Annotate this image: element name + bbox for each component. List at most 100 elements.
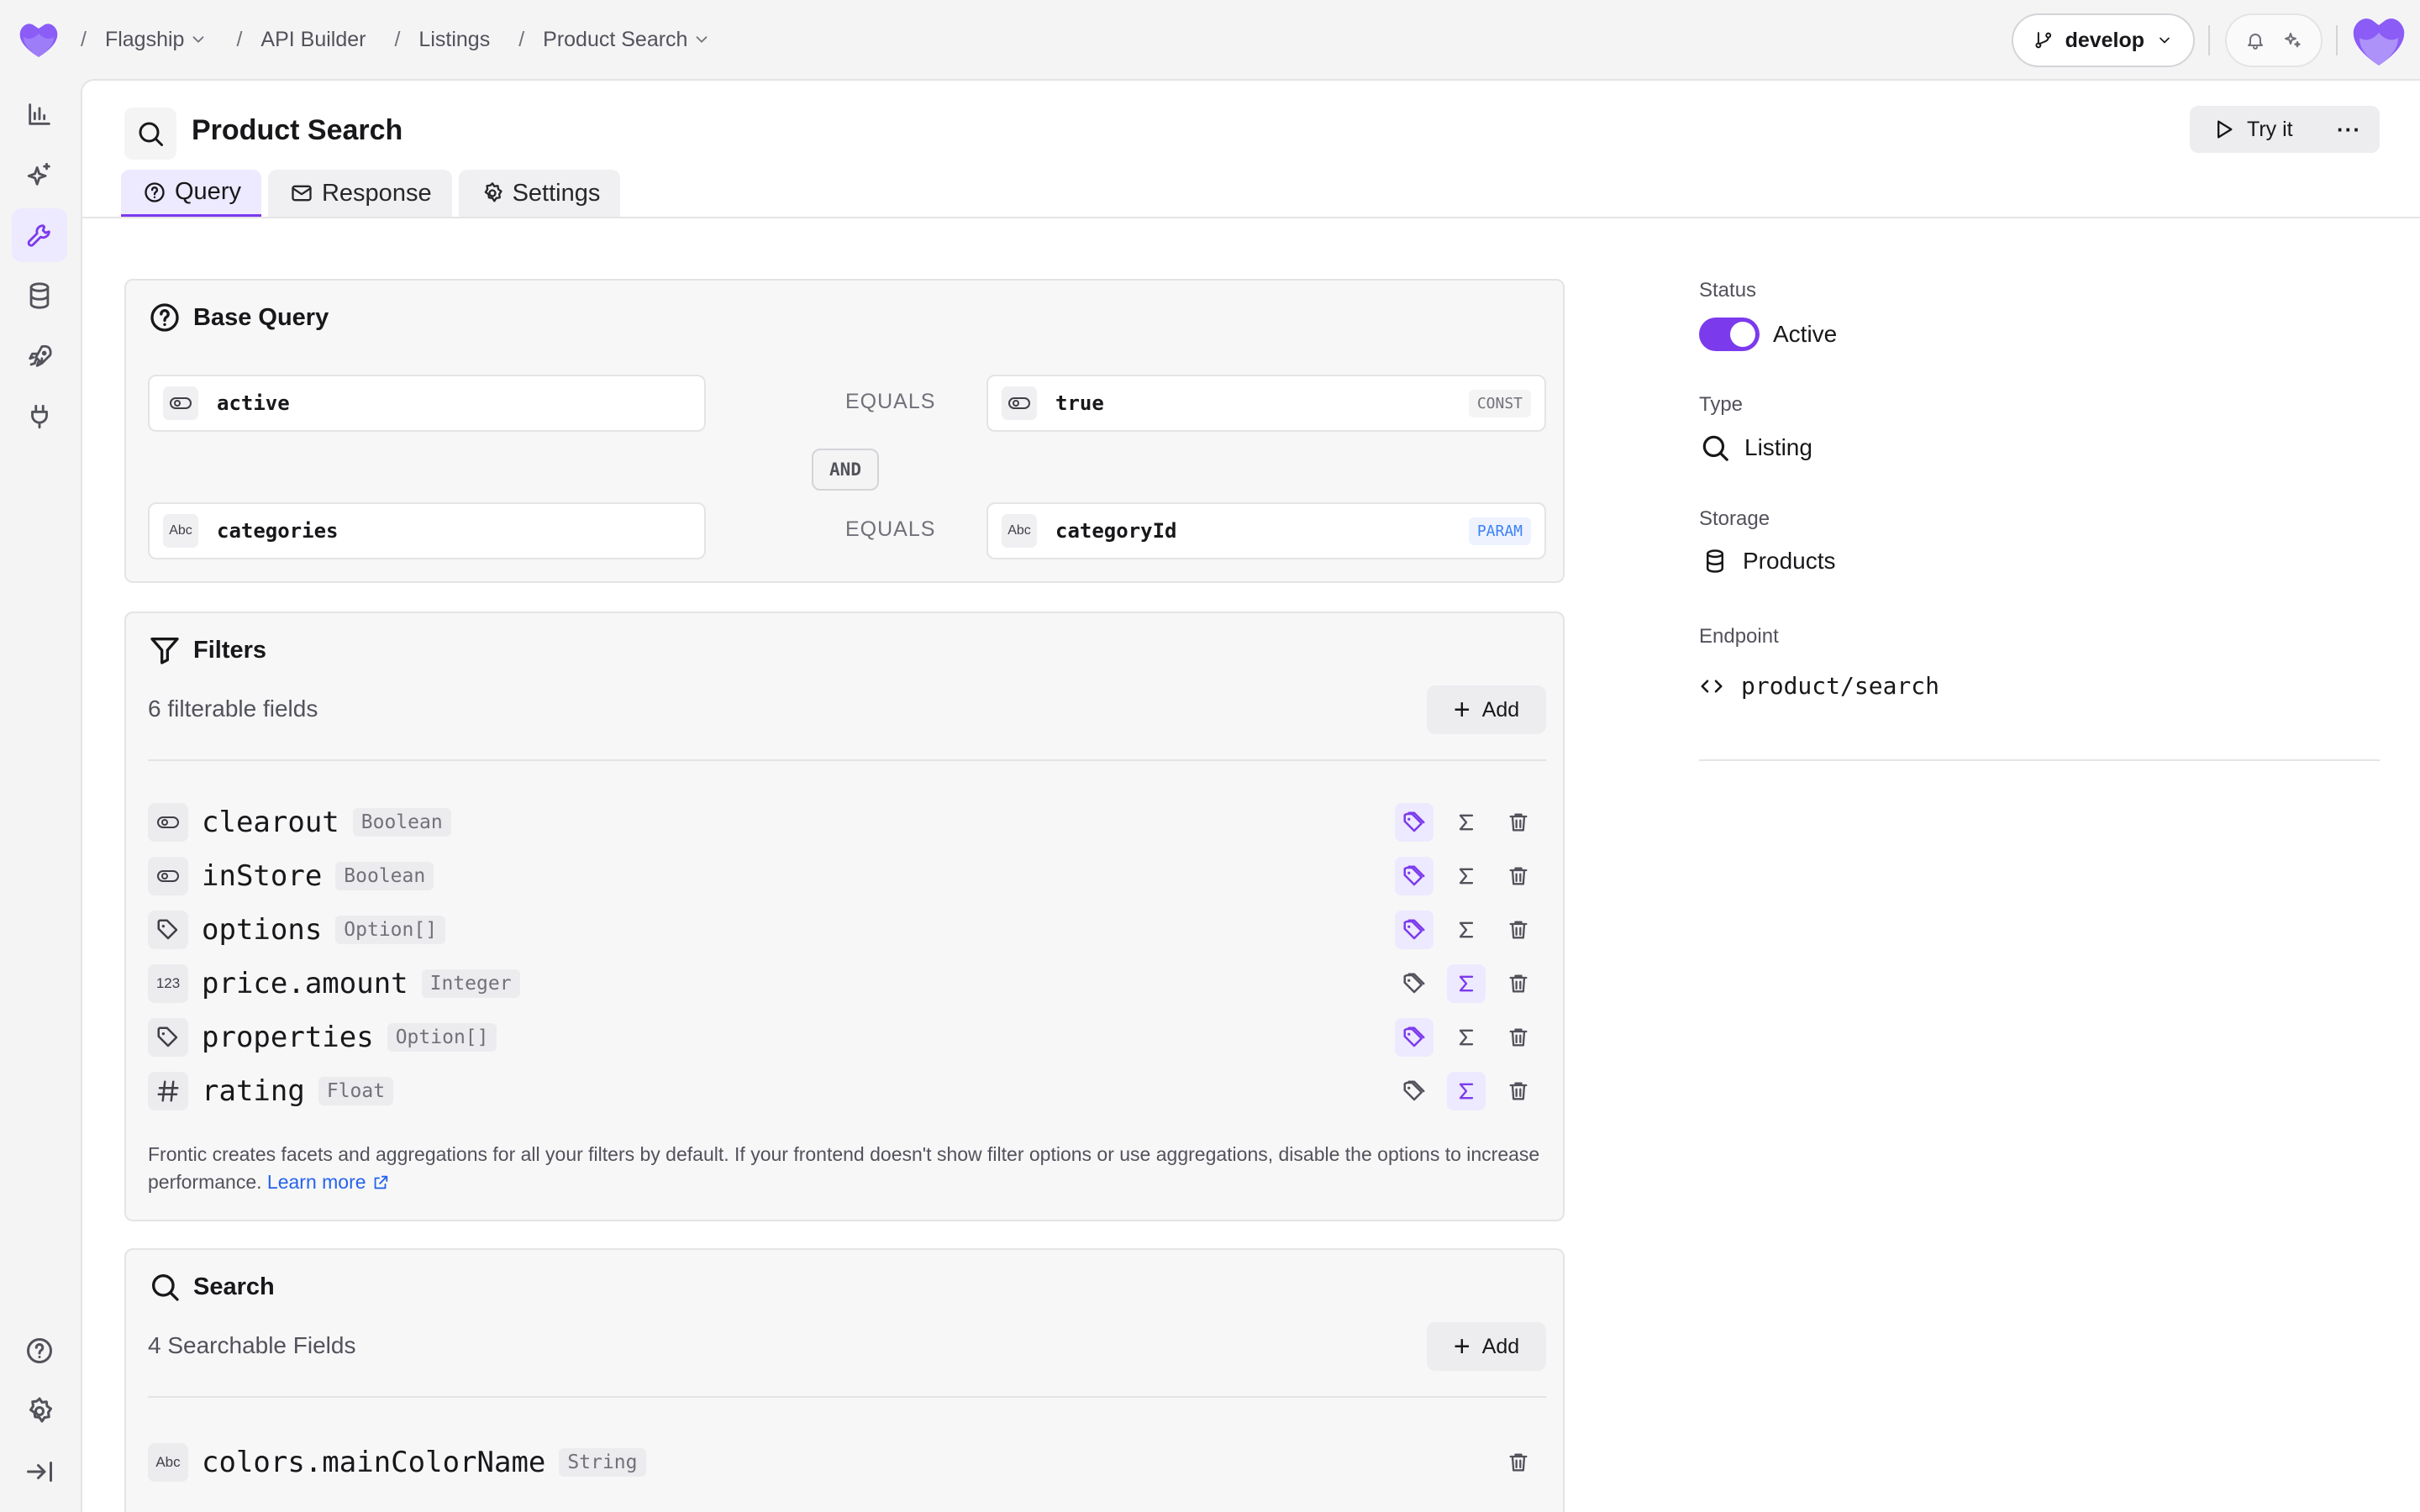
- tab-settings[interactable]: Settings: [458, 170, 621, 217]
- aggregation-toggle[interactable]: [1447, 1018, 1486, 1057]
- breadcrumb-label: Product Search: [543, 27, 688, 51]
- search-header: Search: [148, 1270, 275, 1304]
- delete-button[interactable]: [1499, 1072, 1538, 1110]
- and-joiner[interactable]: AND: [812, 449, 879, 491]
- sparkle-icon[interactable]: [2282, 30, 2302, 50]
- tab-query[interactable]: Query: [121, 170, 261, 217]
- plug-icon: [31, 404, 48, 429]
- card-title: Search: [193, 1273, 275, 1300]
- filter-actions: [1395, 803, 1538, 842]
- filter-name: rating: [202, 1074, 305, 1108]
- breadcrumb-item-project[interactable]: Flagship: [105, 28, 208, 52]
- breadcrumb-separator: /: [236, 27, 243, 51]
- trash-icon: [1509, 813, 1528, 832]
- sparkles-icon: [27, 162, 50, 186]
- breadcrumb-item-api-builder[interactable]: API Builder: [260, 28, 366, 52]
- add-search-field-button[interactable]: + Add: [1427, 1322, 1546, 1371]
- external-link-icon: [374, 1175, 388, 1189]
- breadcrumb-separator: /: [81, 27, 87, 51]
- branch-selector[interactable]: develop: [2012, 13, 2195, 67]
- breadcrumb-item-product-search[interactable]: Product Search: [543, 28, 711, 52]
- sidebar-item-ai[interactable]: [12, 148, 67, 202]
- sidebar-item-help[interactable]: [12, 1324, 67, 1378]
- facet-toggle[interactable]: [1395, 911, 1434, 949]
- facet-toggle[interactable]: [1395, 1018, 1434, 1057]
- try-it-button[interactable]: Try it ···: [2190, 106, 2380, 153]
- add-label: Add: [1481, 1334, 1520, 1358]
- rocket-icon: [29, 344, 52, 367]
- delete-button[interactable]: [1499, 1018, 1538, 1057]
- search-card: Search 4 Searchable Fields + Add Abc colo…: [124, 1248, 1565, 1512]
- app-logo[interactable]: [17, 18, 60, 60]
- delete-button[interactable]: [1499, 1443, 1538, 1482]
- add-filter-button[interactable]: + Add: [1427, 685, 1546, 734]
- condition-field-left[interactable]: Abc categories: [148, 502, 706, 559]
- facet-toggle[interactable]: [1395, 1072, 1434, 1110]
- tab-label: Query: [175, 178, 241, 205]
- text-type-icon: Abc: [148, 1443, 188, 1482]
- tab-label: Settings: [512, 179, 601, 207]
- operator[interactable]: EQUALS: [845, 517, 935, 542]
- filter-name: price.amount: [202, 967, 408, 1000]
- plus-icon: +: [1453, 1330, 1470, 1362]
- trash-icon: [1509, 1028, 1528, 1047]
- filter-actions: [1395, 1072, 1538, 1110]
- aggregation-toggle[interactable]: [1447, 857, 1486, 895]
- filter-type: Integer: [421, 969, 520, 998]
- facet-toggle[interactable]: [1395, 964, 1434, 1003]
- learn-more-link[interactable]: Learn more: [267, 1171, 390, 1193]
- filter-row: properties Option[]: [148, 1015, 1546, 1060]
- facet-toggle[interactable]: [1395, 803, 1434, 842]
- avatar[interactable]: [2349, 12, 2408, 69]
- filter-type: Boolean: [335, 862, 434, 890]
- sidebar-item-deploy[interactable]: [12, 329, 67, 383]
- more-menu-button[interactable]: ···: [2337, 117, 2361, 143]
- sidebar-item-analytics[interactable]: [12, 87, 67, 141]
- delete-button[interactable]: [1499, 803, 1538, 842]
- sidebar-item-settings[interactable]: [12, 1384, 67, 1438]
- sidebar-item-data[interactable]: [12, 269, 67, 323]
- sidebar-item-integrations[interactable]: [12, 390, 67, 444]
- filters-card: Filters 6 filterable fields + Add clearou…: [124, 612, 1565, 1221]
- sigma-icon: [1459, 868, 1474, 885]
- delete-button[interactable]: [1499, 964, 1538, 1003]
- sigma-icon: [1459, 921, 1474, 938]
- delete-button[interactable]: [1499, 857, 1538, 895]
- aggregation-toggle[interactable]: [1447, 1072, 1486, 1110]
- storage-row: Products: [1699, 548, 1836, 575]
- breadcrumb-item-listings[interactable]: Listings: [418, 28, 490, 52]
- storage-value[interactable]: Products: [1743, 548, 1836, 575]
- search-icon: [152, 1274, 179, 1301]
- condition-value-right[interactable]: Abc categoryId PARAM: [986, 502, 1546, 559]
- aggregation-toggle[interactable]: [1447, 964, 1486, 1003]
- filter-row: clearout Boolean: [148, 800, 1546, 845]
- trash-icon: [1509, 921, 1528, 939]
- status-toggle[interactable]: [1699, 318, 1760, 351]
- breadcrumb-separator: /: [394, 27, 401, 51]
- filter-type: Option[]: [387, 1023, 497, 1052]
- git-branch-icon: [2035, 32, 2052, 49]
- text-type-icon: Abc: [163, 514, 198, 548]
- chevron-down-icon: [2160, 37, 2170, 44]
- search-icon: [124, 108, 176, 160]
- facet-toggle[interactable]: [1395, 857, 1434, 895]
- breadcrumb-label: Listings: [418, 27, 491, 51]
- sidebar-item-api-builder[interactable]: [12, 208, 67, 262]
- help-circle-icon: [27, 1338, 52, 1363]
- const-badge: CONST: [1468, 389, 1531, 417]
- filters-note: Frontic creates facets and aggregations …: [148, 1141, 1543, 1196]
- sidebar-item-collapse[interactable]: [12, 1445, 67, 1499]
- play-icon: [2217, 120, 2233, 139]
- tab-response[interactable]: Response: [267, 170, 452, 217]
- bell-icon[interactable]: [2245, 30, 2265, 50]
- status-value: Active: [1773, 321, 1838, 347]
- aggregation-toggle[interactable]: [1447, 911, 1486, 949]
- condition-field-left[interactable]: active: [148, 375, 706, 432]
- condition-value-right[interactable]: true CONST: [986, 375, 1546, 432]
- search-field-actions: [1499, 1443, 1538, 1482]
- aggregation-toggle[interactable]: [1447, 803, 1486, 842]
- operator[interactable]: EQUALS: [845, 390, 935, 414]
- delete-button[interactable]: [1499, 911, 1538, 949]
- top-bar: / Flagship / API Builder / Listings / Pr…: [0, 0, 2420, 79]
- toggle-icon: [1002, 386, 1037, 420]
